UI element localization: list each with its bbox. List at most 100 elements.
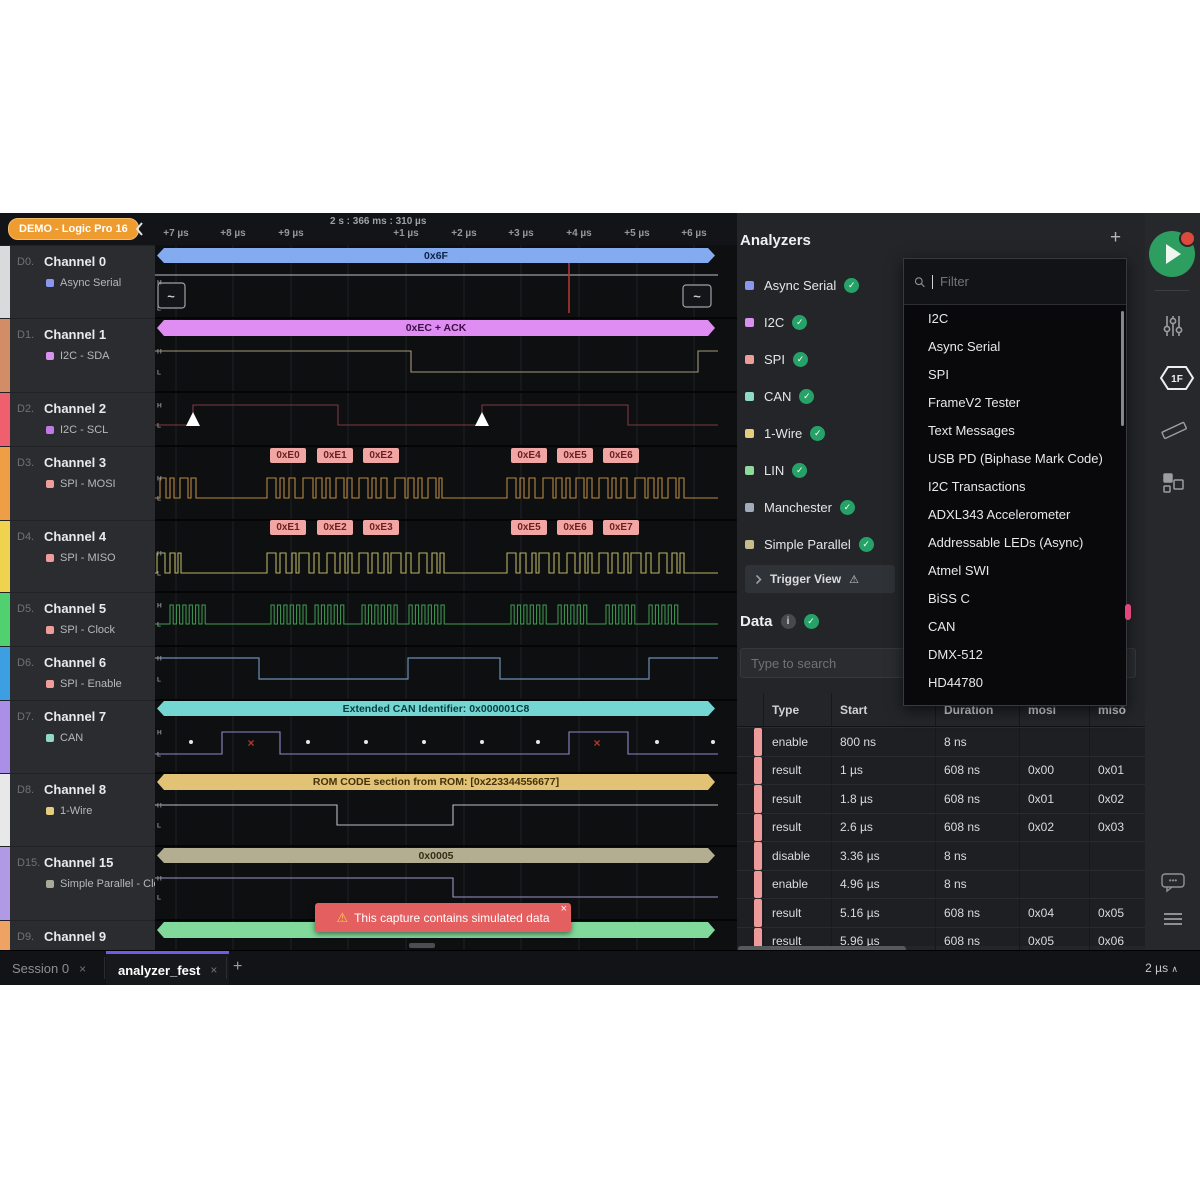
trigger-view-row[interactable]: Trigger View ⚠ [745,565,895,593]
frame-bubble-miso[interactable]: 0xE5 [511,520,547,535]
frame-bubble-async[interactable]: 0x6F [157,248,715,263]
protocol-dot-icon [46,626,54,634]
analyzer-item-async-serial[interactable]: Async Serial✓ [745,276,859,294]
analyzer-label: 1-Wire [764,426,802,441]
dropdown-item-biss-c[interactable]: BiSS C [904,585,1126,613]
tab-analyzer-fest[interactable]: analyzer_fest × [106,951,229,985]
dropdown-item-adxl343-accelerometer[interactable]: ADXL343 Accelerometer [904,501,1126,529]
table-row[interactable]: result2.6 µs608 ns0x020x03 [737,813,1145,842]
frame-bubble-1wire[interactable]: ROM CODE section from ROM: [0x2233445566… [157,774,715,790]
channel-row-d5[interactable]: D5.Channel 5SPI - Clock [0,592,155,646]
dropdown-item-spi[interactable]: SPI [904,361,1126,389]
capture-settings-button[interactable] [1159,313,1187,344]
tab-close-icon[interactable]: × [79,962,86,976]
analyzer-item-i2c[interactable]: I2C✓ [745,313,807,331]
zoom-level-control[interactable]: 2 µs ∧ [1145,961,1178,975]
analyzer-item-1-wire[interactable]: 1-Wire✓ [745,424,825,442]
channel-row-d9[interactable]: D9.Channel 9 [0,920,155,950]
layout-button[interactable] [1159,471,1187,500]
add-analyzer-button[interactable]: + [1110,227,1121,249]
timeline-ruler[interactable]: DEMO - Logic Pro 16 2 s : 366 ms : 310 µ… [0,213,737,245]
trigger-view-label: Trigger View [770,572,841,586]
svg-text:L: L [157,752,161,759]
channel-row-d6[interactable]: D6.Channel 6SPI - Enable [0,646,155,700]
frame-bubble-parallel[interactable]: 0x0005 [157,848,715,863]
frame-bubble-miso[interactable]: 0xE2 [317,520,353,535]
frame-bubble-miso[interactable]: 0xE3 [363,520,399,535]
dropdown-item-framev2-tester[interactable]: FrameV2 Tester [904,389,1126,417]
dropdown-item-text-messages[interactable]: Text Messages [904,417,1126,445]
row-dot-icon [754,899,762,927]
measure-button[interactable] [1159,418,1187,447]
table-row[interactable]: enable800 ns8 ns [737,727,1145,756]
analyzer-item-can[interactable]: CAN✓ [745,387,814,405]
analyzer-color-dot [745,429,754,438]
dropdown-item-can[interactable]: CAN [904,613,1126,641]
channel-row-d7[interactable]: D7.Channel 7CAN [0,700,155,773]
svg-text:×: × [593,736,600,750]
channel-protocol: I2C - SDA [60,350,110,362]
absolute-time-label: 2 s : 366 ms : 310 µs [330,216,426,227]
channel-row-d2[interactable]: D2.Channel 2I2C - SCL [0,392,155,446]
dropdown-item-i2c[interactable]: I2C [904,305,1126,333]
frame-bubble-mosi[interactable]: 0xE0 [270,448,306,463]
frame-bubble-miso[interactable]: 0xE6 [557,520,593,535]
waveform-canvas[interactable]: ~~××HLHLHLHLHLHLHLHLHLHL 0x6F0xEC + ACK0… [155,245,737,950]
protocol-dot-icon [46,554,54,562]
frame-bubble-mosi[interactable]: 0xE2 [363,448,399,463]
frame-view-button[interactable]: 1F [1159,365,1187,396]
dropdown-item-i2c-transactions[interactable]: I2C Transactions [904,473,1126,501]
annotations-button[interactable]: ••• [1159,871,1187,898]
frame-bubble-miso[interactable]: 0xE7 [603,520,639,535]
row-marker-cell [737,728,763,756]
info-icon[interactable]: i [781,614,796,629]
table-row[interactable]: result1 µs608 ns0x000x01 [737,756,1145,785]
channel-row-d1[interactable]: D1.Channel 1I2C - SDA [0,318,155,392]
analyzer-item-manchester[interactable]: Manchester✓ [745,498,855,516]
dropdown-filter-input[interactable] [940,274,1116,289]
protocol-dot-icon [46,734,54,742]
dropdown-item-dmx-512[interactable]: DMX-512 [904,641,1126,669]
analyzer-item-simple-parallel[interactable]: Simple Parallel✓ [745,535,874,553]
frame-bubble-i2c[interactable]: 0xEC + ACK [157,320,715,336]
main-menu-button[interactable] [1159,910,1187,933]
dropdown-scrollbar[interactable] [1121,311,1124,426]
frame-bubble-mosi[interactable]: 0xE1 [317,448,353,463]
new-tab-button[interactable]: + [233,958,242,976]
frame-bubble-mosi[interactable]: 0xE4 [511,448,547,463]
channel-row-d3[interactable]: D3.Channel 3SPI - MOSI [0,446,155,520]
row-dot-icon [754,728,762,756]
channel-row-d15[interactable]: D15.Channel 15Simple Parallel - Clo... [0,846,155,920]
analyzer-item-spi[interactable]: SPI✓ [745,350,808,368]
channel-row-d4[interactable]: D4.Channel 4SPI - MISO [0,520,155,592]
run-capture-button[interactable] [1149,231,1195,277]
table-row[interactable]: result1.8 µs608 ns0x010x02 [737,784,1145,813]
dropdown-item-usb-pd-biphase-mark-code-[interactable]: USB PD (Biphase Mark Code) [904,445,1126,473]
tab-session-0[interactable]: Session 0 × [0,951,98,985]
channel-row-d0[interactable]: D0.Channel 0Async Serial [0,245,155,318]
cell-mosi: 0x04 [1019,899,1089,927]
collapse-sidebar-button[interactable] [134,221,144,242]
frame-bubble-mosi[interactable]: 0xE6 [603,448,639,463]
dropdown-item-hd44780[interactable]: HD44780 [904,669,1126,697]
toast-close-icon[interactable]: × [561,903,567,915]
channel-id: D6. [17,657,34,669]
dropdown-item-atmel-swi[interactable]: Atmel SWI [904,557,1126,585]
channel-row-d8[interactable]: D8.Channel 81-Wire [0,773,155,846]
column-header[interactable]: Type [763,693,831,726]
dropdown-item-addressable-leds-async-[interactable]: Addressable LEDs (Async) [904,529,1126,557]
table-row[interactable]: result5.16 µs608 ns0x040x05 [737,898,1145,927]
frame-bubble-miso[interactable]: 0xE1 [270,520,306,535]
tab-close-icon[interactable]: × [210,963,217,977]
dropdown-filter-row[interactable] [904,259,1126,305]
table-row[interactable]: disable3.36 µs8 ns [737,841,1145,870]
analyzer-item-lin[interactable]: LIN✓ [745,461,807,479]
frame-bubble-can[interactable]: Extended CAN Identifier: 0x000001C8 [157,701,715,716]
demo-badge[interactable]: DEMO - Logic Pro 16 [8,218,139,240]
check-badge-icon: ✓ [840,500,855,515]
channel-protocol: I2C - SCL [60,424,108,436]
table-row[interactable]: enable4.96 µs8 ns [737,870,1145,899]
dropdown-item-async-serial[interactable]: Async Serial [904,333,1126,361]
frame-bubble-mosi[interactable]: 0xE5 [557,448,593,463]
data-title: Data [740,613,773,630]
